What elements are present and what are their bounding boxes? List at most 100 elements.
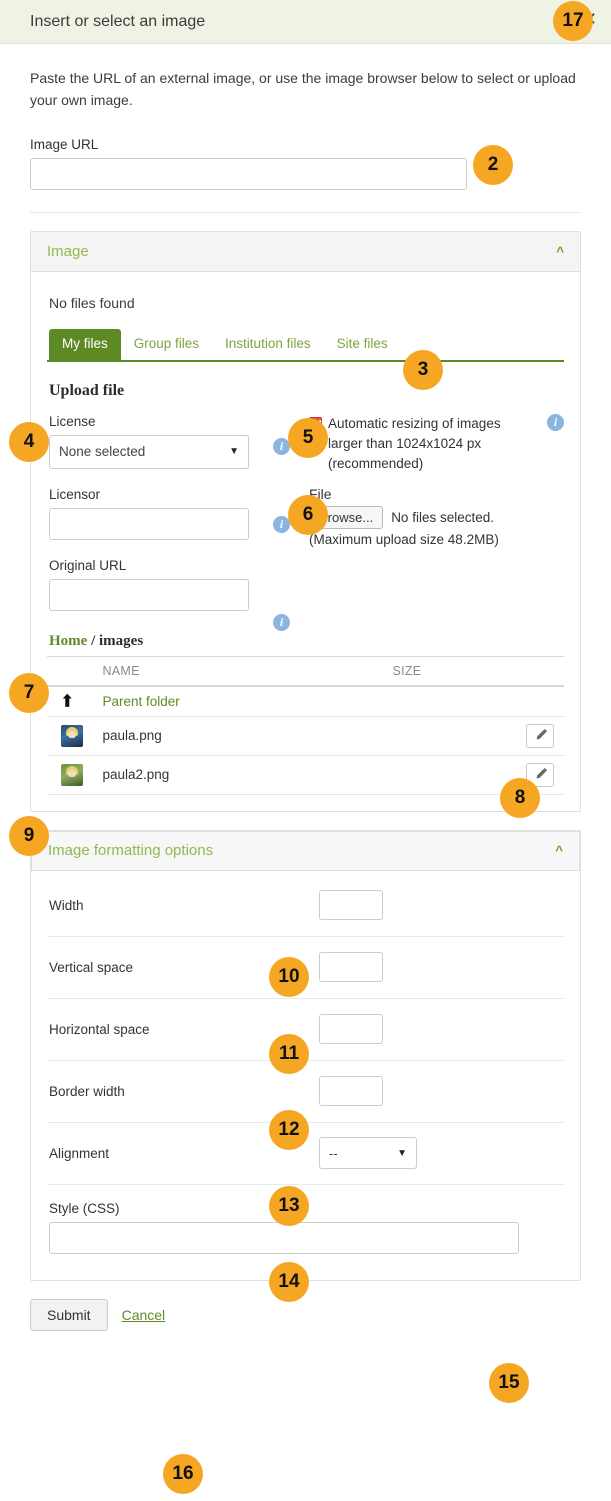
col-header-icon bbox=[47, 656, 98, 686]
breadcrumb: Home / images bbox=[49, 633, 564, 650]
callout-15: 15 bbox=[489, 1363, 529, 1403]
formatting-panel-body: Width Vertical space Horizontal space Bo… bbox=[31, 871, 580, 1280]
row-size-cell bbox=[388, 755, 495, 794]
image-panel-body: No files found My files Group files Inst… bbox=[31, 272, 580, 810]
tab-my-files[interactable]: My files bbox=[49, 329, 121, 359]
modal-header: Insert or select an image ✕ bbox=[0, 0, 611, 44]
row-name-cell: Parent folder bbox=[98, 686, 388, 717]
chevron-up-icon[interactable]: ^ bbox=[556, 245, 564, 258]
alignment-select[interactable]: -- ▼ bbox=[319, 1137, 417, 1169]
border-width-input[interactable] bbox=[319, 1076, 383, 1106]
col-header-actions bbox=[495, 656, 564, 686]
formatting-panel: Image formatting options ^ Width Vertica… bbox=[30, 830, 581, 1281]
style-css-group: Style (CSS) bbox=[47, 1185, 564, 1264]
image-thumbnail-icon[interactable] bbox=[61, 725, 83, 747]
cancel-link[interactable]: Cancel bbox=[122, 1307, 166, 1323]
edit-icon[interactable] bbox=[526, 724, 554, 748]
image-url-label: Image URL bbox=[30, 137, 467, 152]
license-selected-value: None selected bbox=[59, 444, 145, 459]
vertical-space-input[interactable] bbox=[319, 952, 383, 982]
original-url-label: Original URL bbox=[49, 558, 295, 573]
row-width: Width bbox=[47, 875, 564, 937]
chevron-down-icon: ▼ bbox=[229, 446, 239, 457]
edit-icon[interactable] bbox=[526, 763, 554, 787]
upload-file-heading: Upload file bbox=[49, 382, 564, 400]
row-name-cell[interactable]: paula2.png bbox=[98, 755, 388, 794]
upload-right-column: Automatic resizing of images larger than… bbox=[295, 414, 564, 611]
modal-footer: Submit Cancel bbox=[0, 1281, 611, 1347]
alignment-selected-value: -- bbox=[329, 1146, 338, 1161]
width-input[interactable] bbox=[319, 890, 383, 920]
row-border-width: Border width bbox=[47, 1061, 564, 1123]
callout-16: 16 bbox=[163, 1454, 203, 1494]
tab-site-files[interactable]: Site files bbox=[324, 329, 401, 359]
image-panel-header[interactable]: Image ^ bbox=[31, 232, 580, 272]
chevron-down-icon: ▼ bbox=[397, 1148, 407, 1159]
no-file-selected-text: No files selected. bbox=[391, 510, 494, 525]
info-icon[interactable]: i bbox=[273, 614, 290, 631]
alignment-label: Alignment bbox=[49, 1146, 319, 1161]
modal-body: Paste the URL of an external image, or u… bbox=[0, 44, 611, 1281]
col-header-size: SIZE bbox=[388, 656, 495, 686]
row-icon-cell: ⬆ bbox=[47, 686, 98, 717]
row-icon-cell bbox=[47, 755, 98, 794]
row-size-cell bbox=[388, 686, 495, 717]
divider bbox=[30, 212, 581, 213]
row-action-cell bbox=[495, 716, 564, 755]
licensor-label: Licensor bbox=[49, 487, 295, 502]
file-upload-row: Browse... No files selected. bbox=[309, 506, 564, 529]
submit-button[interactable]: Submit bbox=[30, 1299, 108, 1331]
table-row[interactable]: ⬆ Parent folder bbox=[47, 686, 564, 717]
upload-left-column: License None selected ▼ Licensor Origina… bbox=[47, 414, 295, 611]
formatting-panel-header[interactable]: Image formatting options ^ bbox=[31, 831, 580, 871]
row-action-cell bbox=[495, 686, 564, 717]
up-arrow-icon[interactable]: ⬆ bbox=[61, 693, 74, 710]
breadcrumb-current: images bbox=[99, 633, 143, 649]
image-panel-title: Image bbox=[47, 243, 89, 260]
original-url-group: Original URL bbox=[49, 558, 295, 611]
breadcrumb-separator: / bbox=[91, 633, 95, 649]
parent-folder-link[interactable]: Parent folder bbox=[102, 694, 179, 709]
close-icon[interactable]: ✕ bbox=[582, 10, 597, 28]
style-css-input[interactable] bbox=[49, 1222, 519, 1254]
row-icon-cell bbox=[47, 716, 98, 755]
vertical-space-label: Vertical space bbox=[49, 960, 319, 975]
horizontal-space-input[interactable] bbox=[319, 1014, 383, 1044]
license-group: License None selected ▼ bbox=[49, 414, 295, 469]
row-alignment: Alignment -- ▼ bbox=[47, 1123, 564, 1185]
chevron-up-icon[interactable]: ^ bbox=[555, 844, 563, 857]
tab-institution-files[interactable]: Institution files bbox=[212, 329, 324, 359]
formatting-panel-title: Image formatting options bbox=[48, 842, 213, 859]
tab-group-files[interactable]: Group files bbox=[121, 329, 212, 359]
autoresize-group: Automatic resizing of images larger than… bbox=[309, 414, 537, 475]
original-url-input[interactable] bbox=[49, 579, 249, 611]
row-horizontal-space: Horizontal space bbox=[47, 999, 564, 1061]
file-label: File bbox=[309, 486, 564, 502]
image-url-group: Image URL bbox=[30, 137, 467, 190]
table-row[interactable]: paula2.png bbox=[47, 755, 564, 794]
row-vertical-space: Vertical space bbox=[47, 937, 564, 999]
licensor-group: Licensor bbox=[49, 487, 295, 540]
width-label: Width bbox=[49, 898, 319, 913]
horizontal-space-label: Horizontal space bbox=[49, 1022, 319, 1037]
border-width-label: Border width bbox=[49, 1084, 319, 1099]
image-thumbnail-icon[interactable] bbox=[61, 764, 83, 786]
licensor-input[interactable] bbox=[49, 508, 249, 540]
table-row[interactable]: paula.png bbox=[47, 716, 564, 755]
autoresize-checkbox[interactable] bbox=[309, 417, 322, 430]
file-source-tabs: My files Group files Institution files S… bbox=[47, 329, 564, 361]
breadcrumb-home-link[interactable]: Home bbox=[49, 633, 87, 649]
license-select[interactable]: None selected ▼ bbox=[49, 435, 249, 469]
style-css-label: Style (CSS) bbox=[49, 1201, 562, 1216]
max-upload-size-text: (Maximum upload size 48.2MB) bbox=[309, 532, 564, 547]
intro-text: Paste the URL of an external image, or u… bbox=[30, 68, 578, 111]
browse-button[interactable]: Browse... bbox=[309, 506, 383, 529]
info-icon[interactable]: i bbox=[547, 414, 564, 431]
image-url-input[interactable] bbox=[30, 158, 467, 190]
file-table: NAME SIZE ⬆ Parent folder bbox=[47, 656, 564, 795]
row-name-cell[interactable]: paula.png bbox=[98, 716, 388, 755]
row-action-cell bbox=[495, 755, 564, 794]
col-header-name: NAME bbox=[98, 656, 388, 686]
autoresize-label: Automatic resizing of images larger than… bbox=[328, 414, 537, 475]
license-label: License bbox=[49, 414, 295, 429]
